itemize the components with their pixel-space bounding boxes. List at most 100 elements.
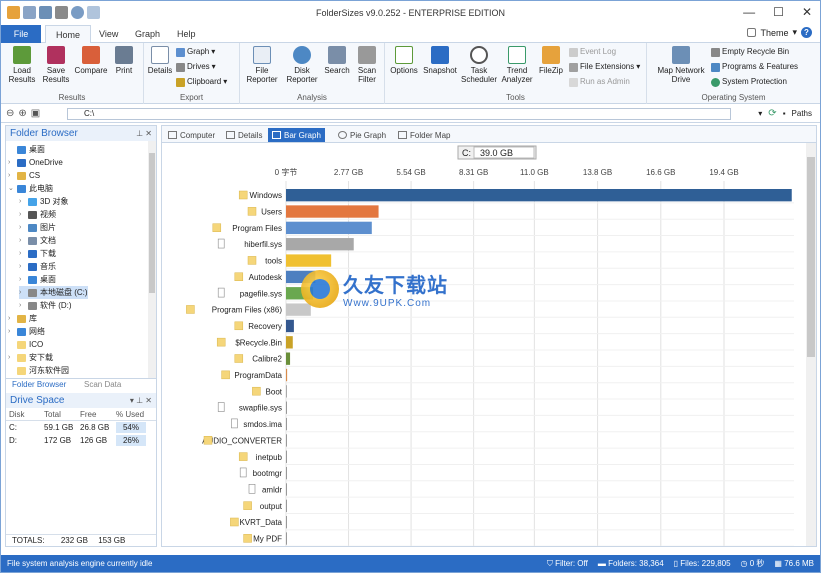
- category-label[interactable]: Program Files: [232, 224, 282, 233]
- tree-item[interactable]: › 图片: [19, 221, 56, 234]
- category-label[interactable]: Windows: [250, 191, 282, 200]
- expand-arrow-icon[interactable]: ›: [19, 260, 25, 273]
- expand-arrow-icon[interactable]: ›: [19, 208, 25, 221]
- tree-item[interactable]: ICO: [8, 338, 43, 351]
- expand-arrow-icon[interactable]: ›: [19, 234, 25, 247]
- options-button[interactable]: Options: [387, 46, 421, 75]
- expand-arrow-icon[interactable]: ›: [8, 169, 14, 182]
- back-icon[interactable]: ⊖: [6, 108, 14, 119]
- category-label[interactable]: Recovery: [248, 322, 282, 331]
- category-label[interactable]: bootmgr: [253, 469, 283, 478]
- bar[interactable]: [286, 499, 287, 512]
- event-log-button[interactable]: Event Log: [569, 47, 616, 57]
- expand-arrow-icon[interactable]: ›: [19, 195, 25, 208]
- bar[interactable]: [286, 352, 291, 365]
- expand-arrow-icon[interactable]: ›: [8, 312, 14, 325]
- graph-export-button[interactable]: Graph ▾: [176, 47, 215, 57]
- tab-pie-graph[interactable]: Pie Graph: [334, 128, 390, 142]
- snapshot-button[interactable]: Snapshot: [421, 46, 459, 75]
- file-reporter-button[interactable]: File Reporter: [244, 46, 280, 84]
- tree-item[interactable]: › 安下载: [8, 351, 53, 364]
- close-pane-icon[interactable]: ✕: [145, 129, 152, 138]
- compare-button[interactable]: Compare: [73, 46, 109, 75]
- bar[interactable]: [286, 238, 354, 251]
- col-total[interactable]: Total: [44, 408, 80, 420]
- col-free[interactable]: Free: [80, 408, 116, 420]
- tree-item[interactable]: › 音乐: [19, 260, 56, 273]
- tree-item[interactable]: › 3D 对象: [19, 195, 68, 208]
- tree-item[interactable]: › OneDrive: [8, 156, 63, 169]
- tree-scroll-thumb[interactable]: [149, 153, 155, 293]
- category-label[interactable]: Boot: [266, 387, 283, 396]
- expand-arrow-icon[interactable]: ›: [19, 273, 25, 286]
- tree-item[interactable]: ⌄ 此电脑: [8, 182, 53, 195]
- save-results-button[interactable]: Save Results: [41, 46, 71, 84]
- category-label[interactable]: $Recycle.Bin: [235, 338, 282, 347]
- bar[interactable]: [286, 483, 287, 496]
- bar[interactable]: [286, 221, 372, 235]
- chevron-down-icon[interactable]: ▾: [130, 396, 134, 405]
- pin-icon[interactable]: ⊥: [136, 396, 143, 405]
- category-label[interactable]: KVRT_Data: [239, 518, 282, 527]
- category-label[interactable]: swapfile.sys: [239, 404, 282, 413]
- minimize-button[interactable]: —: [743, 5, 755, 19]
- tree-scrollbar[interactable]: [148, 141, 156, 378]
- pin-icon[interactable]: ⊥: [136, 129, 143, 138]
- map-network-drive-button[interactable]: Map Network Drive: [651, 46, 711, 84]
- bar[interactable]: [286, 516, 287, 529]
- category-label[interactable]: Autodesk: [249, 273, 283, 282]
- category-label[interactable]: amldr: [262, 485, 282, 494]
- close-button[interactable]: ✕: [802, 5, 812, 19]
- tab-graph[interactable]: Graph: [125, 25, 170, 43]
- expand-arrow-icon[interactable]: ›: [8, 325, 14, 338]
- tab-file[interactable]: File: [1, 25, 41, 43]
- bar[interactable]: [286, 189, 792, 202]
- folder-up-icon[interactable]: ▣: [31, 108, 40, 119]
- expand-arrow-icon[interactable]: ⌄: [8, 182, 14, 195]
- category-label[interactable]: smdos.ima: [243, 420, 282, 429]
- system-protection-button[interactable]: System Protection: [711, 77, 787, 87]
- table-row[interactable]: C: 59.1 GB 26.8 GB 54%: [6, 421, 156, 434]
- tab-bar-graph[interactable]: Bar Graph: [268, 128, 325, 142]
- tree-item[interactable]: › 文档: [19, 234, 56, 247]
- bar[interactable]: [286, 336, 293, 349]
- task-scheduler-button[interactable]: Task Scheduler: [459, 46, 499, 84]
- file-extensions-button[interactable]: File Extensions ▾: [569, 62, 640, 72]
- clipboard-export-button[interactable]: Clipboard ▾: [176, 77, 227, 87]
- tree-item[interactable]: › 软件 (D:): [19, 299, 72, 312]
- filezip-button[interactable]: FileZip: [535, 46, 567, 75]
- category-label[interactable]: tools: [265, 257, 282, 266]
- bar[interactable]: [286, 205, 379, 218]
- expand-arrow-icon[interactable]: ›: [8, 351, 14, 364]
- tree-item[interactable]: › 下载: [19, 247, 56, 260]
- category-label[interactable]: AUDIO_CONVERTER: [202, 436, 282, 445]
- bar[interactable]: [286, 385, 287, 398]
- bar[interactable]: [286, 368, 288, 382]
- maximize-button[interactable]: ☐: [773, 5, 784, 19]
- category-label[interactable]: output: [260, 502, 283, 511]
- print-button[interactable]: Print: [111, 46, 137, 75]
- bar[interactable]: [286, 466, 287, 480]
- search-button[interactable]: Search: [322, 46, 352, 75]
- table-row[interactable]: D: 172 GB 126 GB 26%: [6, 434, 156, 447]
- category-label[interactable]: ProgramData: [234, 371, 282, 380]
- drives-export-button[interactable]: Drives ▾: [176, 62, 216, 72]
- refresh-icon[interactable]: ⟳: [768, 108, 776, 119]
- chart-scroll-thumb[interactable]: [807, 157, 815, 357]
- category-label[interactable]: Calibre2: [252, 355, 282, 364]
- category-label[interactable]: hiberfil.sys: [244, 240, 282, 249]
- tab-view[interactable]: View: [89, 25, 128, 43]
- expand-arrow-icon[interactable]: ›: [19, 221, 25, 234]
- scan-filter-button[interactable]: Scan Filter: [352, 46, 382, 84]
- expand-arrow-icon[interactable]: ›: [19, 286, 25, 299]
- tab-help[interactable]: Help: [167, 25, 206, 43]
- tree-item[interactable]: › 视频: [19, 208, 56, 221]
- expand-arrow-icon[interactable]: ›: [19, 299, 25, 312]
- category-label[interactable]: Program Files (x86): [212, 306, 283, 315]
- category-label[interactable]: My PDF: [253, 535, 282, 544]
- details-button[interactable]: Details: [146, 46, 174, 75]
- empty-recycle-bin-button[interactable]: Empty Recycle Bin: [711, 47, 789, 57]
- col-used[interactable]: % Used: [116, 408, 152, 420]
- paths-menu[interactable]: Paths: [792, 109, 812, 118]
- expand-arrow-icon[interactable]: ›: [19, 247, 25, 260]
